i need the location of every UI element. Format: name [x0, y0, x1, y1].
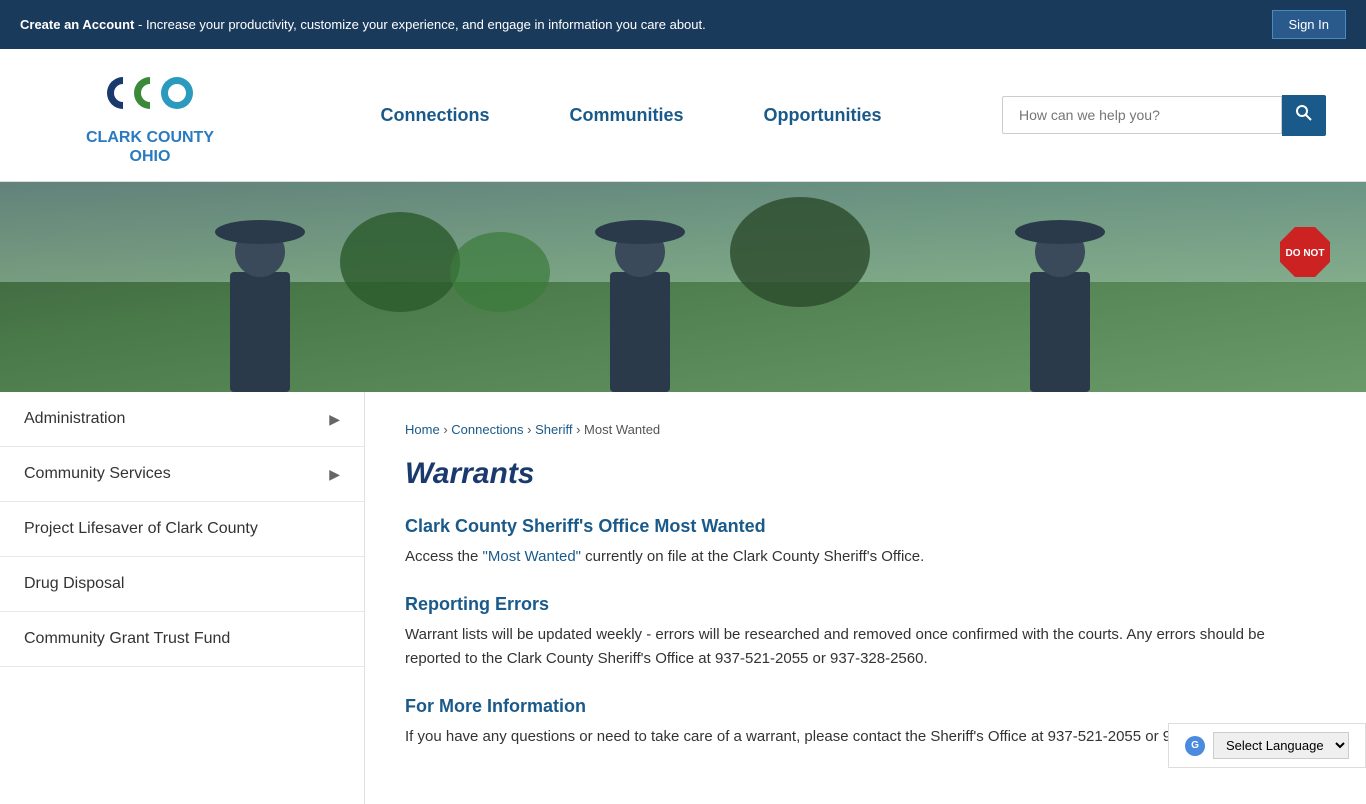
create-account-link[interactable]: Create an Account: [20, 17, 134, 32]
sidebar-item-community-grant[interactable]: Community Grant Trust Fund: [0, 612, 364, 667]
sidebar: Administration ▶ Community Services ▶ Pr…: [0, 392, 365, 804]
nav-connections[interactable]: Connections: [380, 105, 489, 126]
language-select[interactable]: Select Language Spanish French: [1213, 732, 1349, 759]
sidebar-label-drug-disposal: Drug Disposal: [24, 575, 124, 592]
breadcrumb: Home › Connections › Sheriff › Most Want…: [405, 422, 1316, 437]
text-most-wanted-after: currently on file at the Clark County Sh…: [581, 548, 924, 565]
search-input[interactable]: [1002, 96, 1282, 134]
language-bar: G Select Language Spanish French: [1168, 723, 1366, 768]
sidebar-item-project-lifesaver[interactable]: Project Lifesaver of Clark County: [0, 502, 364, 557]
heading-reporting-errors: Reporting Errors: [405, 594, 1316, 615]
sidebar-item-administration[interactable]: Administration ▶: [0, 392, 364, 447]
header: CLARK COUNTY OHIO Connections Communitie…: [0, 49, 1366, 182]
breadcrumb-sep3: ›: [576, 422, 584, 437]
top-banner: Create an Account - Increase your produc…: [0, 0, 1366, 49]
hero-svg: DO NOT: [0, 182, 1366, 392]
breadcrumb-sheriff[interactable]: Sheriff: [535, 422, 572, 437]
sign-in-button[interactable]: Sign In: [1272, 10, 1346, 39]
most-wanted-link[interactable]: "Most Wanted": [483, 548, 581, 565]
banner-text: - Increase your productivity, customize …: [134, 17, 705, 32]
heading-most-wanted: Clark County Sheriff's Office Most Wante…: [405, 516, 1316, 537]
logo-text: CLARK COUNTY OHIO: [86, 128, 214, 166]
sidebar-label-project-lifesaver: Project Lifesaver of Clark County: [24, 520, 258, 537]
search-area: [1002, 95, 1326, 136]
logo-area: CLARK COUNTY OHIO: [40, 64, 260, 166]
search-icon: [1296, 105, 1312, 121]
hero-image: DO NOT: [0, 182, 1366, 392]
hero-overlay: DO NOT: [0, 182, 1366, 392]
sidebar-item-community-services[interactable]: Community Services ▶: [0, 447, 364, 502]
search-button[interactable]: [1282, 95, 1326, 136]
text-most-wanted: Access the "Most Wanted" currently on fi…: [405, 545, 1316, 569]
logo-line1: CLARK COUNTY: [86, 128, 214, 147]
svg-text:DO NOT: DO NOT: [1286, 248, 1325, 259]
section-reporting-errors: Reporting Errors Warrant lists will be u…: [405, 594, 1316, 671]
section-most-wanted: Clark County Sheriff's Office Most Wante…: [405, 516, 1316, 569]
breadcrumb-current: Most Wanted: [584, 422, 660, 437]
text-most-wanted-before: Access the: [405, 548, 483, 565]
cco-logo: [105, 64, 195, 122]
page-title: Warrants: [405, 457, 1316, 491]
sidebar-item-drug-disposal[interactable]: Drug Disposal: [0, 557, 364, 612]
banner-message: Create an Account - Increase your produc…: [20, 17, 706, 32]
heading-more-info: For More Information: [405, 696, 1316, 717]
main-wrapper: Administration ▶ Community Services ▶ Pr…: [0, 392, 1366, 804]
breadcrumb-home[interactable]: Home: [405, 422, 440, 437]
breadcrumb-sep2: ›: [527, 422, 535, 437]
logo-svg: [105, 64, 195, 122]
sidebar-label-community-services: Community Services: [24, 465, 171, 483]
nav-opportunities[interactable]: Opportunities: [764, 105, 882, 126]
sidebar-arrow-administration: ▶: [329, 411, 340, 428]
main-nav: Connections Communities Opportunities: [260, 105, 1002, 126]
breadcrumb-connections[interactable]: Connections: [451, 422, 523, 437]
nav-communities[interactable]: Communities: [570, 105, 684, 126]
logo-line2: OHIO: [86, 147, 214, 166]
sidebar-label-community-grant: Community Grant Trust Fund: [24, 630, 230, 647]
sidebar-arrow-community-services: ▶: [329, 466, 340, 483]
translate-icon: G: [1185, 736, 1205, 756]
text-reporting-errors: Warrant lists will be updated weekly - e…: [405, 623, 1316, 671]
sidebar-label-administration: Administration: [24, 410, 125, 428]
